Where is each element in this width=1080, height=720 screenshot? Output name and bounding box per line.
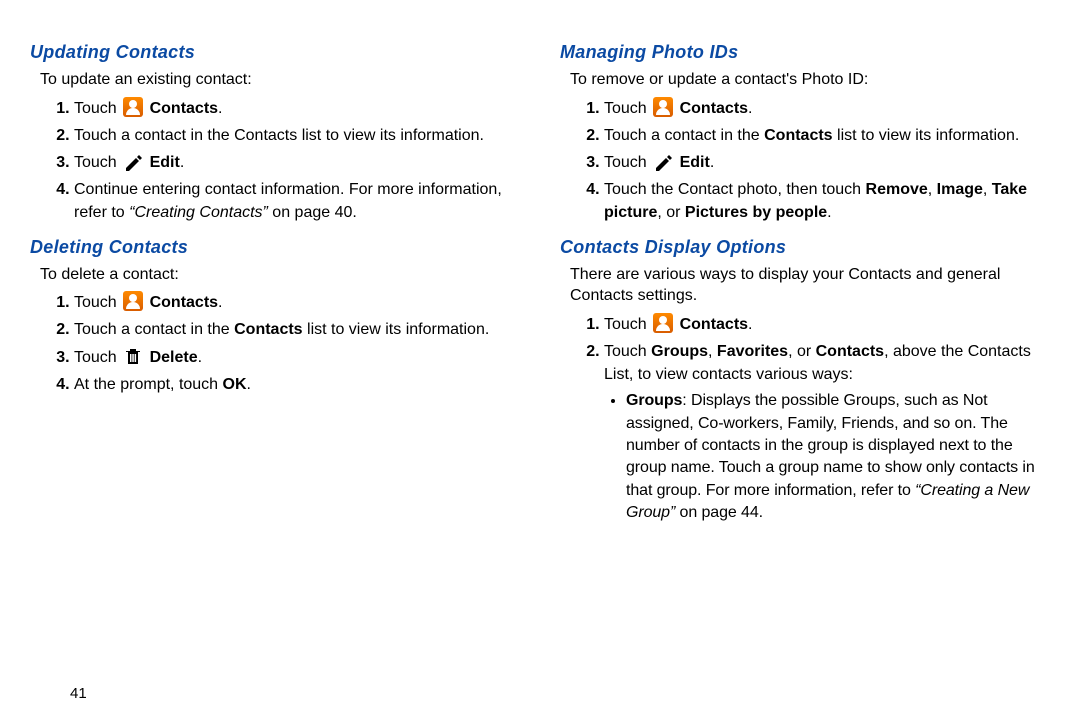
text-bold: Contacts — [150, 100, 218, 117]
text-bold: Pictures by people — [685, 204, 827, 221]
text-bold: Contacts — [680, 316, 748, 333]
intro-deleting: To delete a contact: — [40, 264, 520, 286]
step: Touch the Contact photo, then touch Remo… — [604, 178, 1050, 224]
text: Touch — [604, 316, 651, 333]
steps-updating: Touch Contacts. Touch a contact in the C… — [30, 97, 520, 225]
text-bold: Image — [937, 181, 983, 198]
text: Touch — [74, 349, 121, 366]
step: Continue entering contact information. F… — [74, 178, 520, 224]
text: Touch — [604, 154, 651, 171]
text: . — [180, 154, 184, 171]
text: . — [710, 154, 714, 171]
step: Touch Contacts. — [74, 97, 520, 120]
text: Touch — [604, 343, 651, 360]
text-bold: OK — [223, 376, 247, 393]
text-bold: Edit — [680, 154, 710, 171]
text-bold: Edit — [150, 154, 180, 171]
intro-updating: To update an existing contact: — [40, 69, 520, 91]
text: on page 44. — [675, 504, 763, 521]
step: At the prompt, touch OK. — [74, 373, 520, 396]
text: Touch — [604, 100, 651, 117]
step: Touch Contacts. — [604, 97, 1050, 120]
text-italic: “Creating Contacts” — [129, 204, 268, 221]
text: list to view its information. — [833, 127, 1020, 144]
intro-photoids: To remove or update a contact's Photo ID… — [570, 69, 1050, 91]
text-bold: Remove — [866, 181, 928, 198]
text: , — [708, 343, 717, 360]
step: Touch a contact in the Contacts list to … — [74, 124, 520, 147]
text: on page 40. — [268, 204, 357, 221]
text-bold: Contacts — [234, 321, 302, 338]
text-bold: Groups — [626, 392, 682, 409]
text: . — [827, 204, 831, 221]
contacts-icon — [653, 97, 673, 117]
text: . — [218, 294, 222, 311]
text-bold: Groups — [651, 343, 708, 360]
right-column: Managing Photo IDs To remove or update a… — [560, 30, 1050, 535]
steps-display: Touch Contacts. Touch Groups, Favorites,… — [560, 313, 1050, 525]
steps-photoids: Touch Contacts. Touch a contact in the C… — [560, 97, 1050, 225]
text: . — [748, 316, 752, 333]
left-column: Updating Contacts To update an existing … — [30, 30, 520, 535]
text-bold: Contacts — [764, 127, 832, 144]
text: , or — [788, 343, 816, 360]
text: , or — [657, 204, 685, 221]
contacts-icon — [123, 291, 143, 311]
edit-icon — [653, 151, 673, 171]
edit-icon — [123, 151, 143, 171]
steps-deleting: Touch Contacts. Touch a contact in the C… — [30, 291, 520, 396]
contacts-icon — [653, 313, 673, 333]
text: Touch — [74, 100, 121, 117]
step: Touch Contacts. — [604, 313, 1050, 336]
text-bold: Delete — [150, 349, 198, 366]
text-bold: Contacts — [150, 294, 218, 311]
text: . — [748, 100, 752, 117]
text: . — [247, 376, 251, 393]
text: list to view its information. — [303, 321, 490, 338]
text: Touch a contact in the — [604, 127, 764, 144]
contacts-icon — [123, 97, 143, 117]
step: Touch a contact in the Contacts list to … — [74, 318, 520, 341]
step: Touch Edit. — [604, 151, 1050, 174]
step: Touch Groups, Favorites, or Contacts, ab… — [604, 340, 1050, 525]
step: Touch Contacts. — [74, 291, 520, 314]
step: Touch Delete. — [74, 346, 520, 369]
heading-deleting-contacts: Deleting Contacts — [30, 237, 520, 258]
text: Touch the Contact photo, then touch — [604, 181, 866, 198]
text-bold: Contacts — [816, 343, 884, 360]
bullet: Groups: Displays the possible Groups, su… — [626, 390, 1050, 524]
text: , — [928, 181, 937, 198]
delete-icon — [123, 346, 143, 366]
text: , — [983, 181, 992, 198]
step: Touch a contact in the Contacts list to … — [604, 124, 1050, 147]
text: Touch — [74, 154, 121, 171]
text: . — [198, 349, 202, 366]
heading-managing-photo-ids: Managing Photo IDs — [560, 42, 1050, 63]
text-bold: Contacts — [680, 100, 748, 117]
bullet-list: Groups: Displays the possible Groups, su… — [604, 390, 1050, 524]
text-bold: Favorites — [717, 343, 788, 360]
heading-updating-contacts: Updating Contacts — [30, 42, 520, 63]
text: Touch a contact in the — [74, 321, 234, 338]
text: . — [218, 100, 222, 117]
text: Touch — [74, 294, 121, 311]
step: Touch Edit. — [74, 151, 520, 174]
page-number: 41 — [70, 685, 87, 702]
heading-contacts-display-options: Contacts Display Options — [560, 237, 1050, 258]
text: At the prompt, touch — [74, 376, 223, 393]
manual-page: Updating Contacts To update an existing … — [0, 0, 1080, 535]
intro-display: There are various ways to display your C… — [570, 264, 1050, 307]
